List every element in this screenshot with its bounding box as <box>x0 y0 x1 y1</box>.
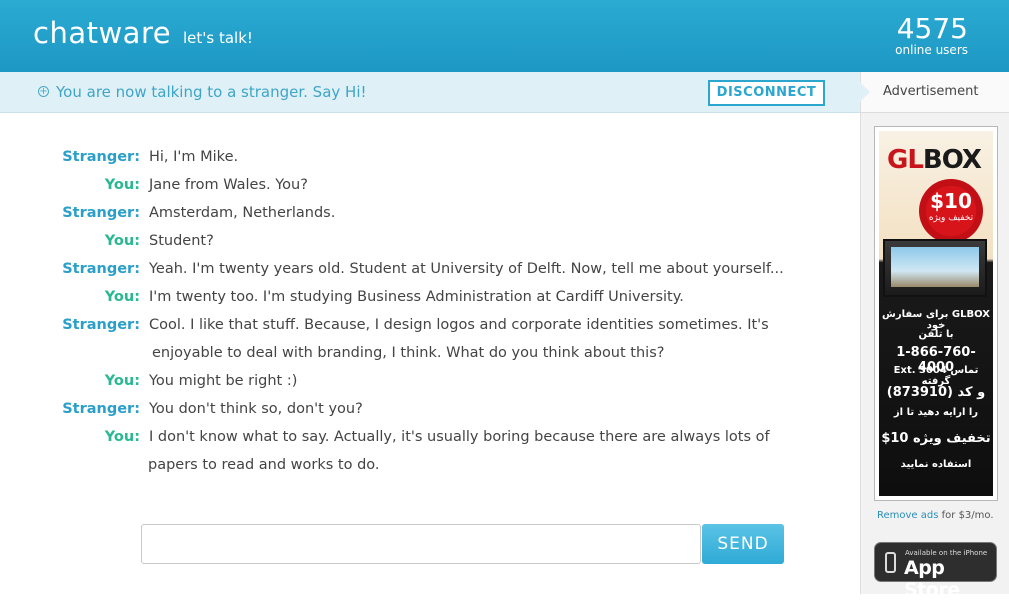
ad-text: استفاده نمایید <box>900 459 972 470</box>
message-text: Amsterdam, Netherlands. <box>149 205 336 221</box>
ad-text: $10 تخفیف ویژه <box>881 431 991 446</box>
sender-you-label: You: <box>104 289 140 305</box>
ad-text: Ext. 3004 تماس گرفته <box>893 365 979 387</box>
sender-you-label: You: <box>104 373 140 389</box>
sender-stranger-label: Stranger: <box>62 317 140 333</box>
chat-message: Stranger: Hi, I'm Mike. <box>0 143 860 171</box>
tab-pointer-icon <box>860 82 870 102</box>
chat-message: Stranger: Amsterdam, Netherlands. <box>0 199 860 227</box>
online-users-count: 4575 <box>896 12 968 45</box>
chat-message: You: Jane from Wales. You? <box>0 171 860 199</box>
chat-message: You: You might be right :) <box>0 367 860 395</box>
chat-message: Stranger: Cool. I like that stuff. Becaus… <box>0 311 860 367</box>
message-text: I'm twenty too. I'm studying Business Ad… <box>149 289 684 305</box>
status-bar: + You are now talking to a stranger. Say… <box>0 72 860 113</box>
message-text: enjoyable to deal with branding, I think… <box>152 345 665 361</box>
app-store-badge[interactable]: Available on the iPhone App Store <box>874 542 997 601</box>
ad-text: و کد (873910) <box>886 385 986 400</box>
connect-status-icon: + <box>38 86 49 97</box>
online-users-label: online users <box>895 43 968 57</box>
iphone-icon <box>885 552 896 573</box>
remove-ads-link[interactable]: Remove ads <box>877 510 938 521</box>
sender-you-label: You: <box>104 429 140 445</box>
chat-message: You: Student? <box>0 227 860 255</box>
chat-message: Stranger: You don't think so, don't you? <box>0 395 860 423</box>
message-text: Student? <box>149 233 214 249</box>
sender-you-label: You: <box>104 233 140 249</box>
status-text: You are now talking to a stranger. Say H… <box>56 83 367 101</box>
message-text: Cool. I like that stuff. Because, I desi… <box>149 317 769 333</box>
ad-text: را ارایه دهید تا از <box>893 407 979 418</box>
advertisement-label: Advertisement <box>883 84 979 99</box>
advertisement-header: Advertisement <box>860 72 1009 113</box>
sender-you-label: You: <box>104 177 140 193</box>
message-text: Jane from Wales. You? <box>149 177 308 193</box>
sender-stranger-label: Stranger: <box>62 401 140 417</box>
send-button[interactable]: SEND <box>702 524 784 564</box>
message-input[interactable] <box>142 525 700 563</box>
remove-ads-text: Remove ads for $3/mo. <box>877 510 994 521</box>
ad-text: با تلفن <box>918 329 954 340</box>
ad-text: برای سفارش GLBOX خود <box>882 309 990 331</box>
chat-log: Stranger: Hi, I'm Mike. You: Jane from Wale… <box>0 113 860 513</box>
chat-message: You: I'm twenty too. I'm studying Busines… <box>0 283 860 311</box>
message-text: Yeah. I'm twenty years old. Student at U… <box>149 261 784 277</box>
message-text: You don't think so, don't you? <box>149 401 363 417</box>
app-header: chatware let's talk! 4575 online users <box>0 0 1009 72</box>
sender-stranger-label: Stranger: <box>62 261 140 277</box>
ad-price-badge: $10 تخفیف ویژه <box>919 179 983 243</box>
sender-stranger-label: Stranger: <box>62 205 140 221</box>
app-store-label: App Store <box>904 557 960 601</box>
message-input-wrapper <box>141 524 701 564</box>
chat-message: Stranger: Yeah. I'm twenty years old. Stu… <box>0 255 860 283</box>
app-store-caption: Available on the iPhone <box>905 549 988 557</box>
message-text: Hi, I'm Mike. <box>149 149 239 165</box>
app-tagline: let's talk! <box>183 29 253 47</box>
ad-brand-logo: GLBOX <box>887 145 982 175</box>
app-logo: chatware <box>33 16 172 50</box>
sidebar: Advertisement GLBOX $10 تخفیف ویژه برای … <box>860 72 1009 601</box>
message-text: papers to read and works to do. <box>148 457 380 473</box>
message-text: You might be right :) <box>149 373 298 389</box>
chat-message: You: I don't know what to say. Actually, … <box>0 423 860 479</box>
sender-stranger-label: Stranger: <box>62 149 140 165</box>
ad-banner[interactable]: GLBOX $10 تخفیف ویژه برای سفارش GLBOX خو… <box>874 126 998 501</box>
ad-tv-image <box>883 239 987 297</box>
ad-image: GLBOX $10 تخفیف ویژه برای سفارش GLBOX خو… <box>879 131 993 496</box>
message-text: I don't know what to say. Actually, it's… <box>149 429 770 445</box>
disconnect-button[interactable]: DISCONNECT <box>708 80 825 106</box>
